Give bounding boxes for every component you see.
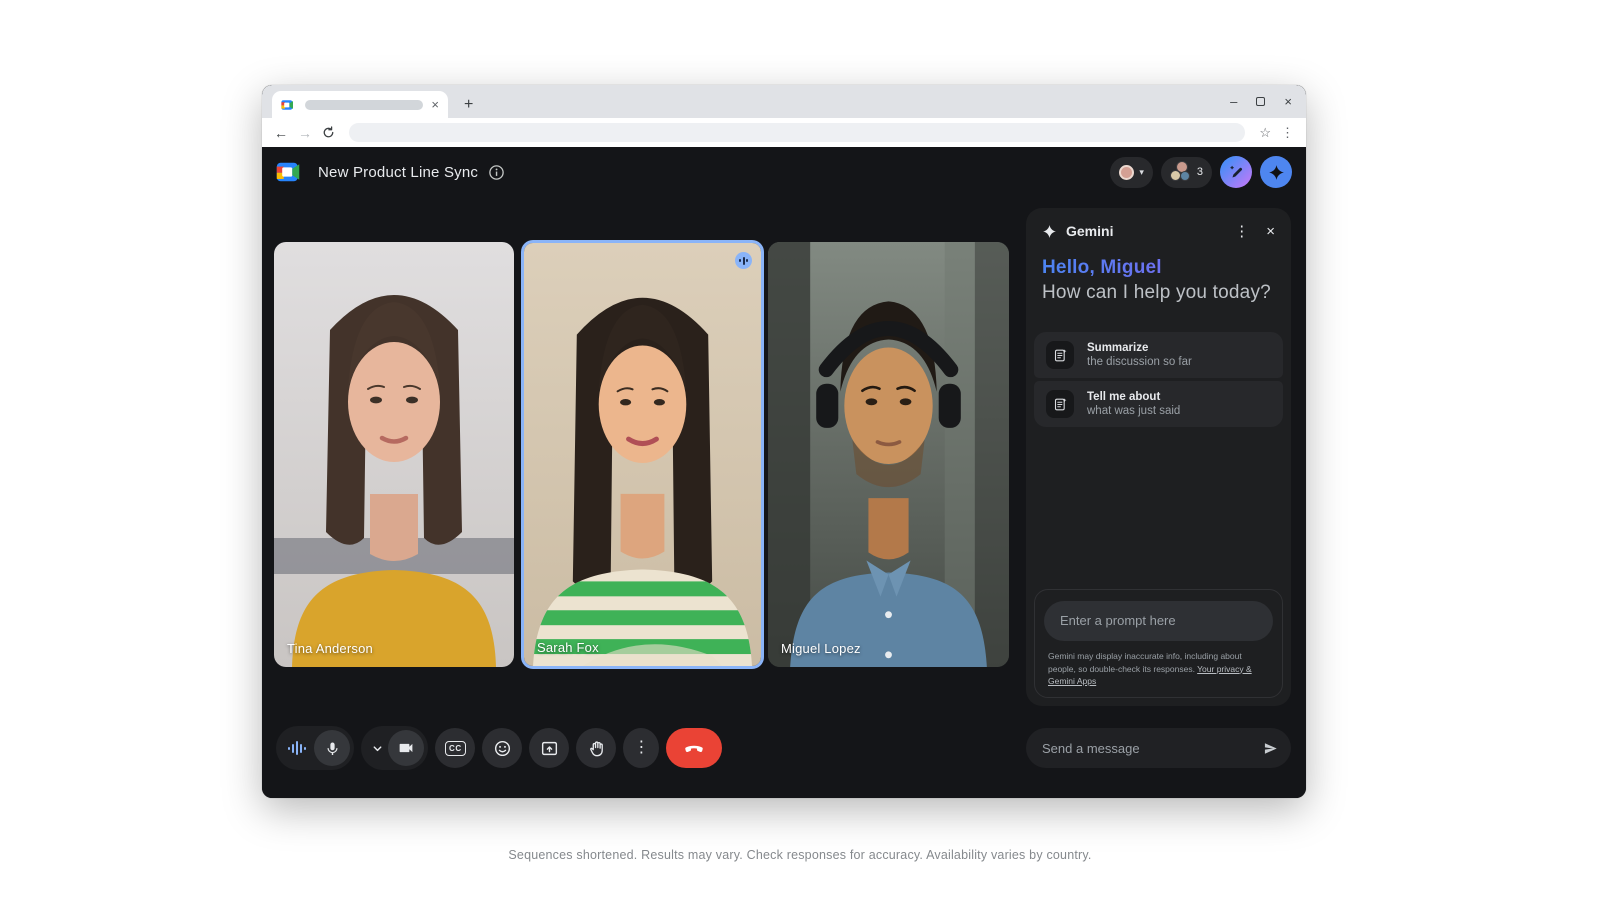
reload-button[interactable] bbox=[322, 126, 335, 139]
gemini-prompt-input[interactable] bbox=[1060, 613, 1257, 628]
call-control-bar: CC bbox=[276, 726, 722, 770]
speaking-indicator-icon bbox=[735, 252, 752, 269]
back-button[interactable]: ← bbox=[274, 126, 288, 140]
screenshot-canvas: × + – × ← → ☆ ⋮ bbox=[0, 0, 1600, 900]
microphone-icon bbox=[324, 740, 341, 757]
chevron-down-icon: ▾ bbox=[1139, 167, 1144, 178]
audio-activity-icon bbox=[285, 741, 309, 755]
chevron-down-icon[interactable] bbox=[372, 743, 383, 754]
browser-toolbar: ← → ☆ ⋮ bbox=[262, 118, 1306, 147]
end-call-icon bbox=[683, 737, 705, 759]
footer-disclaimer: Sequences shortened. Results may vary. C… bbox=[0, 848, 1600, 862]
present-screen-icon bbox=[540, 739, 559, 758]
participant-name-label: Tina Anderson bbox=[287, 641, 373, 656]
browser-menu-icon[interactable]: ⋮ bbox=[1281, 126, 1294, 139]
microphone-button[interactable] bbox=[314, 730, 350, 766]
gemini-suggestions: Summarize the discussion so far bbox=[1026, 332, 1291, 427]
layout-selector-button[interactable]: ▾ bbox=[1110, 157, 1153, 188]
tab-close-icon[interactable]: × bbox=[431, 98, 439, 111]
videocam-icon bbox=[397, 739, 415, 757]
raise-hand-button[interactable] bbox=[576, 728, 616, 768]
address-bar[interactable] bbox=[349, 123, 1245, 142]
gemini-sparkle-icon bbox=[1042, 224, 1057, 239]
browser-tab[interactable]: × bbox=[272, 91, 448, 118]
smiley-icon bbox=[493, 739, 512, 758]
tina-video-feed bbox=[274, 242, 514, 667]
self-view-avatar bbox=[1119, 165, 1134, 180]
suggestion-subtitle: what was just said bbox=[1087, 405, 1180, 417]
gemini-menu-icon[interactable]: ⋮ bbox=[1234, 224, 1249, 239]
meeting-info-icon[interactable] bbox=[488, 164, 505, 181]
suggestion-tell-me-about[interactable]: Tell me about what was just said bbox=[1034, 381, 1283, 427]
doc-sparkle-icon bbox=[1046, 390, 1074, 418]
participants-button[interactable]: 3 bbox=[1161, 157, 1212, 188]
miguel-video-feed bbox=[768, 242, 1009, 667]
video-tile-sarah-active[interactable]: Sarah Fox bbox=[521, 240, 764, 669]
gemini-greeting: Hello, Miguel How can I help you today? bbox=[1026, 239, 1291, 304]
header-actions: ▾ 3 bbox=[1110, 156, 1292, 188]
meet-header: New Product Line Sync ▾ bbox=[262, 147, 1306, 197]
new-tab-button[interactable]: + bbox=[464, 97, 473, 113]
participant-count: 3 bbox=[1197, 166, 1203, 178]
participant-avatars bbox=[1170, 161, 1192, 183]
more-options-icon: ⋮ bbox=[633, 740, 649, 756]
gemini-panel-button[interactable] bbox=[1260, 156, 1292, 188]
gemini-panel-title: Gemini bbox=[1066, 223, 1113, 239]
window-maximize-button[interactable] bbox=[1256, 97, 1265, 106]
reactions-button[interactable] bbox=[482, 728, 522, 768]
doc-sparkle-icon bbox=[1046, 341, 1074, 369]
participant-name-label: Sarah Fox bbox=[537, 640, 599, 655]
gemini-panel: Gemini ⋮ × Hello, Miguel How can I help … bbox=[1026, 208, 1291, 706]
raise-hand-icon bbox=[587, 739, 606, 758]
chat-message-bar[interactable] bbox=[1026, 728, 1291, 768]
greeting-line-2: How can I help you today? bbox=[1042, 282, 1275, 304]
meet-logo-icon bbox=[276, 161, 307, 183]
gemini-panel-header: Gemini ⋮ × bbox=[1026, 208, 1291, 239]
meeting-title: New Product Line Sync bbox=[318, 164, 478, 181]
suggestion-title: Summarize bbox=[1087, 342, 1192, 354]
window-minimize-button[interactable]: – bbox=[1230, 94, 1237, 109]
suggestion-summarize[interactable]: Summarize the discussion so far bbox=[1034, 332, 1283, 378]
gemini-close-icon[interactable]: × bbox=[1266, 224, 1275, 239]
gemini-prompt-field[interactable] bbox=[1044, 601, 1273, 641]
chat-message-input[interactable] bbox=[1042, 741, 1255, 756]
tab-title-redacted bbox=[305, 100, 423, 110]
take-notes-gemini-button[interactable] bbox=[1220, 156, 1252, 188]
window-close-button[interactable]: × bbox=[1284, 94, 1292, 109]
greeting-line-1: Hello, Miguel bbox=[1042, 257, 1275, 279]
end-call-button[interactable] bbox=[666, 728, 722, 768]
camera-button[interactable] bbox=[388, 730, 424, 766]
bookmark-star-icon[interactable]: ☆ bbox=[1259, 126, 1271, 139]
pencil-sparkle-icon bbox=[1228, 164, 1244, 180]
tab-strip: × + – × bbox=[262, 85, 1306, 118]
gemini-sparkle-icon bbox=[1268, 164, 1285, 181]
browser-window: × + – × ← → ☆ ⋮ bbox=[262, 85, 1306, 798]
suggestion-subtitle: the discussion so far bbox=[1087, 356, 1192, 368]
video-tile-tina[interactable]: Tina Anderson bbox=[274, 242, 514, 667]
gemini-input-card: Gemini may display inaccurate info, incl… bbox=[1034, 589, 1283, 698]
meet-favicon-icon bbox=[281, 99, 297, 111]
participant-name-label: Miguel Lopez bbox=[781, 641, 861, 656]
send-icon[interactable] bbox=[1263, 740, 1278, 757]
suggestion-title: Tell me about bbox=[1087, 391, 1180, 403]
sarah-video-feed bbox=[524, 243, 761, 666]
video-tile-miguel[interactable]: Miguel Lopez bbox=[768, 242, 1009, 667]
forward-button[interactable]: → bbox=[298, 126, 312, 140]
captions-button[interactable]: CC bbox=[435, 728, 475, 768]
more-options-button[interactable]: ⋮ bbox=[623, 728, 659, 768]
microphone-group bbox=[276, 726, 354, 770]
camera-group bbox=[361, 726, 428, 770]
cc-icon: CC bbox=[445, 741, 466, 756]
window-controls: – × bbox=[1230, 94, 1292, 109]
present-button[interactable] bbox=[529, 728, 569, 768]
gemini-disclaimer: Gemini may display inaccurate info, incl… bbox=[1044, 650, 1273, 688]
meet-app: New Product Line Sync ▾ bbox=[262, 147, 1306, 798]
